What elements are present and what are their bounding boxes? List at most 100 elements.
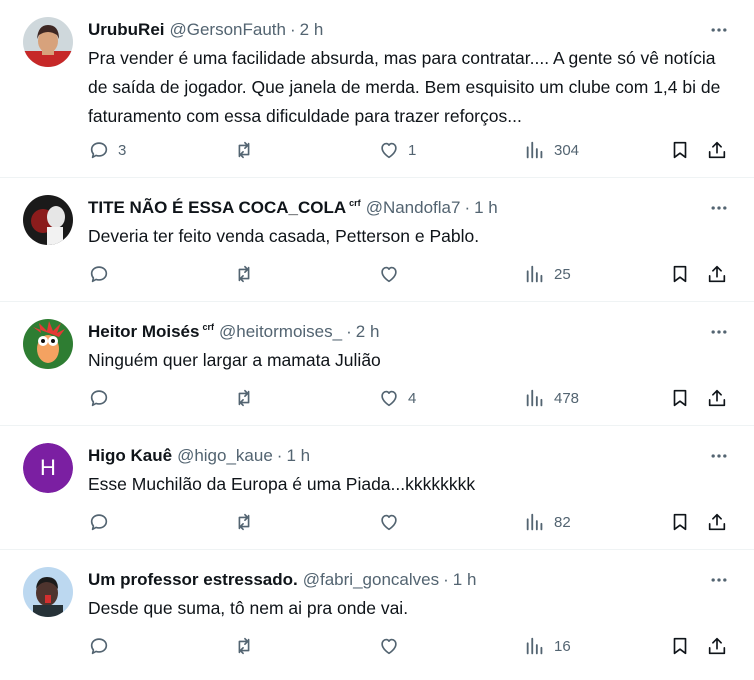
username[interactable]: @Nandofla7 [366, 198, 461, 218]
action-bar: 25 [88, 262, 738, 286]
retweet-button[interactable] [233, 634, 263, 658]
share-button[interactable] [706, 262, 728, 286]
like-count: 4 [408, 389, 417, 407]
avatar[interactable] [23, 567, 73, 617]
views-icon [526, 637, 543, 655]
more-icon[interactable] [708, 446, 730, 466]
more-icon[interactable] [708, 198, 730, 218]
display-name[interactable]: UrubuRei [88, 20, 165, 40]
tweet-header: Um professor estressado. @fabri_goncalve… [88, 568, 476, 592]
reply-icon [90, 638, 108, 655]
share-icon [708, 141, 726, 159]
views-button[interactable]: 304 [524, 138, 579, 162]
bookmark-button[interactable] [669, 262, 691, 286]
retweet-button[interactable] [233, 386, 263, 410]
avatar[interactable]: H [23, 443, 73, 493]
share-button[interactable] [706, 634, 728, 658]
avatar[interactable] [23, 195, 73, 245]
share-button[interactable] [706, 510, 728, 534]
view-count: 25 [554, 265, 571, 283]
more-icon[interactable] [708, 20, 730, 40]
share-icon [708, 513, 726, 531]
tweet[interactable]: TITE NÃO É ESSA COCA_COLA crf @Nandofla7… [0, 178, 754, 302]
timestamp[interactable]: 2 h [356, 322, 380, 342]
timestamp[interactable]: 2 h [300, 20, 324, 40]
like-button[interactable]: 4 [378, 386, 416, 410]
reply-button[interactable] [88, 386, 118, 410]
tweet-text: Pra vender é uma facilidade absurda, mas… [88, 48, 721, 126]
reply-button[interactable] [88, 510, 118, 534]
bookmark-icon [673, 637, 687, 655]
reply-button[interactable]: 3 [88, 138, 126, 162]
display-name[interactable]: Heitor Moisés [88, 322, 199, 342]
username[interactable]: @fabri_goncalves [303, 570, 439, 590]
like-icon [381, 266, 397, 283]
tweet-header: Heitor Moisés crf @heitormoises_ · 2 h [88, 320, 379, 344]
separator: · [464, 198, 471, 217]
tweet[interactable]: Heitor Moisés crf @heitormoises_ · 2 h N… [0, 302, 754, 426]
separator: · [346, 322, 352, 341]
bookmark-button[interactable] [669, 634, 691, 658]
tweet-text: Desde que suma, tô nem ai pra onde vai. [88, 598, 409, 618]
share-button[interactable] [706, 386, 728, 410]
bookmark-icon [673, 389, 687, 407]
username[interactable]: @higo_kaue [177, 446, 273, 466]
bookmark-button[interactable] [669, 386, 691, 410]
views-button[interactable]: 25 [524, 262, 571, 286]
more-icon[interactable] [708, 322, 730, 342]
avatar[interactable] [23, 17, 73, 67]
team-badge: crf [349, 198, 361, 208]
reply-button[interactable] [88, 262, 118, 286]
retweet-button[interactable] [233, 262, 263, 286]
retweet-button[interactable] [233, 510, 263, 534]
avatar-letter: H [23, 443, 73, 493]
bookmark-icon [673, 141, 687, 159]
views-icon [526, 141, 543, 159]
username[interactable]: @GersonFauth [170, 20, 286, 40]
reply-count: 3 [118, 141, 127, 159]
action-bar: 16 [88, 634, 738, 658]
reply-button[interactable] [88, 634, 118, 658]
retweet-button[interactable] [233, 138, 263, 162]
display-name[interactable]: TITE NÃO É ESSA COCA_COLA [88, 198, 346, 218]
bookmark-button[interactable] [669, 138, 691, 162]
like-icon [381, 638, 397, 655]
tweet[interactable]: Um professor estressado. @fabri_goncalve… [0, 550, 754, 680]
separator: · [289, 20, 296, 39]
tweet-header: UrubuRei @GersonFauth · 2 h [88, 18, 323, 42]
share-button[interactable] [706, 138, 728, 162]
timestamp[interactable]: 1 h [286, 446, 310, 466]
like-icon [381, 142, 397, 159]
username[interactable]: @heitormoises_ [219, 322, 342, 342]
retweet-icon [238, 265, 250, 283]
like-button[interactable] [378, 262, 408, 286]
bookmark-button[interactable] [669, 510, 691, 534]
views-button[interactable]: 82 [524, 510, 571, 534]
like-button[interactable] [378, 510, 408, 534]
retweet-icon [238, 141, 250, 159]
timestamp[interactable]: 1 h [453, 570, 477, 590]
tweet[interactable]: H Higo Kauê @higo_kaue · 1 h Esse Muchil… [0, 426, 754, 550]
separator: · [443, 570, 449, 589]
tweet[interactable]: UrubuRei @GersonFauth · 2 h Pra vender é… [0, 0, 754, 178]
more-icon[interactable] [708, 570, 730, 590]
display-name[interactable]: Higo Kauê [88, 446, 172, 466]
avatar[interactable] [23, 319, 73, 369]
tweet-header: Higo Kauê @higo_kaue · 1 h [88, 444, 310, 468]
action-bar: 3 1 304 [88, 138, 738, 162]
action-bar: 82 [88, 510, 738, 534]
like-button[interactable] [378, 634, 408, 658]
like-count: 1 [408, 141, 417, 159]
display-name[interactable]: Um professor estressado. [88, 570, 298, 590]
action-bar: 4 478 [88, 386, 738, 410]
like-icon [381, 390, 397, 407]
separator: · [276, 446, 283, 465]
views-button[interactable]: 478 [524, 386, 579, 410]
views-icon [526, 513, 543, 531]
view-count: 82 [554, 513, 571, 531]
timestamp[interactable]: 1 h [474, 198, 498, 218]
views-button[interactable]: 16 [524, 634, 571, 658]
like-button[interactable]: 1 [378, 138, 416, 162]
share-icon [708, 265, 726, 283]
retweet-icon [238, 513, 250, 531]
